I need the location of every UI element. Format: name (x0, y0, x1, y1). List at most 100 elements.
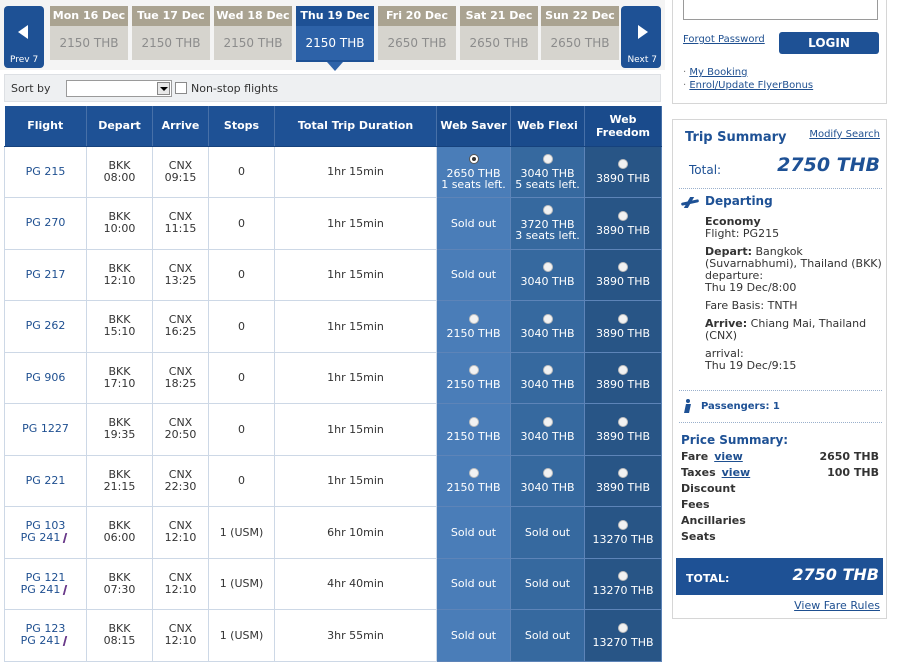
modify-search-link[interactable]: Modify Search (809, 129, 880, 140)
nonstop-checkbox[interactable] (175, 82, 187, 94)
fare-radio[interactable] (618, 262, 628, 273)
fare-radio[interactable] (618, 622, 628, 633)
col-web-flexi[interactable]: Web Flexi (510, 106, 585, 147)
sort-select[interactable] (66, 80, 172, 97)
date-tab[interactable]: Tue 17 Dec 2150 THB (132, 6, 210, 60)
date-tab[interactable]: Thu 19 Dec 2150 THB (296, 6, 374, 71)
stops-cell: 1 (USM) (208, 609, 275, 662)
flight-number[interactable]: PG 1227 (5, 423, 86, 435)
price-row: Taxes view 100 THB (681, 466, 879, 482)
fare-cell-flexi[interactable]: 3720 THB 3 seats left. (510, 197, 585, 250)
flight-number[interactable]: PG 906 (5, 371, 86, 384)
fare-radio[interactable] (542, 468, 553, 479)
login-input[interactable] (683, 0, 878, 20)
fare-cell-saver[interactable]: 2150 THB (436, 454, 511, 507)
fare-cell-saver[interactable]: 2150 THB (436, 351, 511, 404)
date-tab[interactable]: Sat 21 Dec 2650 THB (460, 6, 538, 60)
fare-cell-freedom[interactable]: 3890 THB (584, 145, 662, 198)
view-fare-rules-link[interactable]: View Fare Rules (794, 599, 880, 612)
fare-radio[interactable] (468, 153, 479, 164)
login-button[interactable]: LOGIN (779, 32, 879, 54)
fare-price: 3040 THB (520, 481, 575, 495)
fare-radio[interactable] (618, 313, 628, 324)
col-arrive[interactable]: Arrive (152, 106, 209, 147)
depart-time: 19:35 (103, 428, 136, 442)
fare-cell-flexi[interactable]: 3040 THB (510, 351, 585, 404)
fare-radio[interactable] (618, 210, 628, 221)
flight-number-cell: PG 270 (4, 197, 87, 250)
date-tab[interactable]: Wed 18 Dec 2150 THB (214, 6, 292, 60)
fare-radio[interactable] (542, 205, 553, 216)
fare-cell-flexi[interactable]: 3040 THB 5 seats left. (510, 145, 585, 198)
fare-cell-saver[interactable]: 2150 THB (436, 403, 511, 456)
col-web-saver[interactable]: Web Saver (436, 106, 511, 147)
prev-week-button[interactable]: Prev 7 (4, 6, 44, 68)
fare-radio[interactable] (468, 468, 479, 479)
fare-radio[interactable] (618, 571, 628, 582)
fare-radio[interactable] (542, 313, 553, 324)
arrive-cell: CNX 11:15 (152, 197, 209, 250)
flight-number[interactable]: PG 215 (5, 165, 86, 178)
fare-radio[interactable] (542, 262, 553, 273)
flight-number[interactable]: PG 270 (5, 217, 86, 229)
col-web-freedom[interactable]: Web Freedom (584, 106, 662, 147)
col-depart[interactable]: Depart (86, 106, 153, 147)
fare-cell-flexi[interactable]: 3040 THB (510, 454, 585, 507)
my-booking-link[interactable]: My Booking (683, 66, 813, 79)
date-tab[interactable]: Fri 20 Dec 2650 THB (378, 6, 456, 60)
date-tab[interactable]: Mon 16 Dec 2150 THB (50, 6, 128, 60)
fare-radio[interactable] (468, 365, 479, 376)
fare-radio[interactable] (468, 313, 479, 324)
next-week-button[interactable]: Next 7 (621, 6, 661, 68)
flight-number[interactable]: PG 241 (5, 583, 86, 596)
fare-cell-saver[interactable]: 2150 THB (436, 300, 511, 353)
fare-radio[interactable] (618, 519, 628, 530)
forgot-password-link[interactable]: Forgot Password (683, 34, 765, 45)
flight-number[interactable]: PG 262 (5, 320, 86, 332)
col-duration[interactable]: Total Trip Duration (274, 106, 437, 147)
fare-cell-freedom[interactable]: 3890 THB (584, 300, 662, 353)
stops-cell: 0 (208, 248, 275, 301)
fare-cell-freedom[interactable]: 3890 THB (584, 403, 662, 456)
fare-radio[interactable] (542, 416, 553, 427)
fare-cell-flexi[interactable]: 3040 THB (510, 300, 585, 353)
fare-radio[interactable] (618, 468, 628, 479)
col-stops[interactable]: Stops (208, 106, 275, 147)
sort-label: Sort by (11, 82, 51, 95)
chevron-down-icon[interactable] (157, 82, 170, 95)
fare-cell-flexi[interactable]: 3040 THB (510, 403, 585, 456)
plane-icon (681, 197, 699, 207)
flight-number[interactable]: PG 217 (5, 268, 86, 281)
price-view-link[interactable]: view (722, 466, 751, 479)
depart-code: BKK (108, 467, 131, 481)
fare-cell-freedom[interactable]: 3890 THB (584, 351, 662, 404)
flyerbonus-link[interactable]: Enrol/Update FlyerBonus (683, 79, 813, 92)
fare-cell-freedom[interactable]: 13270 THB (584, 506, 662, 559)
fare-price: 2150 THB (446, 326, 501, 340)
depart-code: BKK (108, 261, 131, 275)
date-tab[interactable]: Sun 22 Dec 2650 THB (541, 6, 619, 60)
depart-cell: BKK 08:00 (86, 145, 153, 198)
col-flight[interactable]: Flight (4, 106, 87, 147)
fare-cell-freedom[interactable]: 3890 THB (584, 248, 662, 301)
flight-number[interactable]: PG 241 (5, 635, 86, 647)
fare-cell-freedom[interactable]: 13270 THB (584, 557, 662, 610)
fare-radio[interactable] (542, 153, 553, 164)
fare-radio[interactable] (618, 159, 628, 170)
fare-cell-saver[interactable]: 2650 THB 1 seats left. (436, 145, 511, 198)
date-tab-label: Sun 22 Dec (541, 6, 619, 26)
price-view-link[interactable]: view (714, 450, 743, 463)
fare-cell-flexi: Sold out (510, 557, 585, 610)
fare-cell-flexi[interactable]: 3040 THB (510, 248, 585, 301)
fare-cell-freedom[interactable]: 3890 THB (584, 454, 662, 507)
date-tab-label: Mon 16 Dec (50, 6, 128, 26)
flight-number[interactable]: PG 221 (5, 474, 86, 487)
fare-radio[interactable] (618, 416, 628, 427)
fare-radio[interactable] (468, 416, 479, 427)
arrive-time: 18:25 (164, 376, 197, 390)
fare-cell-freedom[interactable]: 13270 THB (584, 609, 662, 662)
fare-radio[interactable] (542, 365, 553, 376)
fare-radio[interactable] (618, 365, 628, 376)
fare-cell-freedom[interactable]: 3890 THB (584, 197, 662, 250)
flight-number[interactable]: PG 241 (5, 532, 86, 544)
